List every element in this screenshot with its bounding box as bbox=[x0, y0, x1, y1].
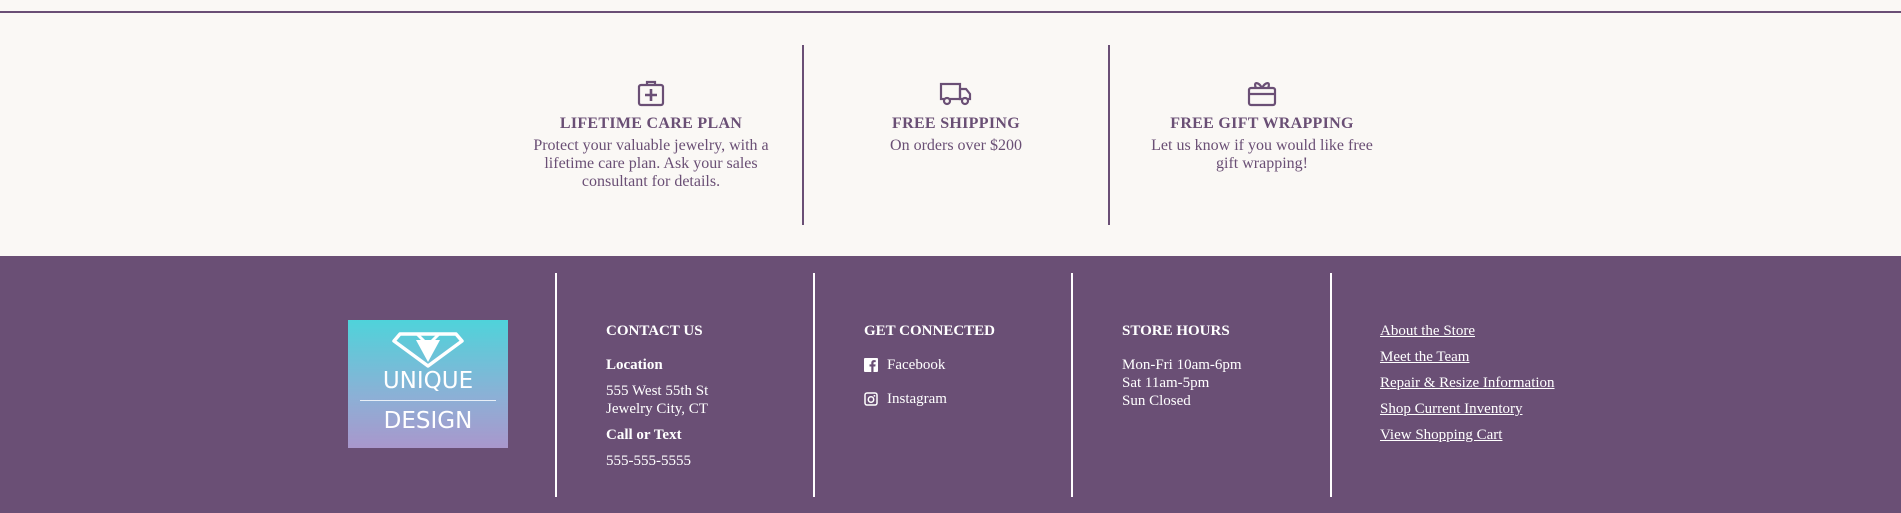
address-line1: 555 West 55th St bbox=[606, 383, 709, 399]
gift-icon bbox=[1110, 78, 1414, 112]
connected-heading: GET CONNECTED bbox=[864, 323, 996, 339]
instagram-link[interactable]: Instagram bbox=[864, 390, 995, 408]
phone-number[interactable]: 555-555-5555 bbox=[606, 452, 708, 470]
truck-icon bbox=[804, 78, 1108, 112]
facebook-label: Facebook bbox=[887, 357, 946, 373]
diamond-icon bbox=[392, 332, 464, 368]
link-repair-resize[interactable]: Repair & Resize Information bbox=[1380, 374, 1555, 392]
address-line2: Jewelry City, CT bbox=[606, 401, 708, 417]
feature-title: LIFETIME CARE PLAN bbox=[559, 115, 743, 132]
link-meet-team[interactable]: Meet the Team bbox=[1380, 348, 1555, 366]
feature-divider bbox=[802, 45, 804, 225]
site-footer: UNIQUE DESIGN CONTACT US Location 555 We… bbox=[0, 256, 1901, 513]
link-shop-inventory[interactable]: Shop Current Inventory bbox=[1380, 400, 1555, 418]
care-kit-icon bbox=[499, 78, 803, 112]
hours-column: STORE HOURS Mon-Fri 10am-6pm Sat 11am-5p… bbox=[1122, 322, 1242, 410]
feature-divider bbox=[1108, 45, 1110, 225]
hours-line: Sun Closed bbox=[1122, 393, 1191, 409]
footer-divider bbox=[813, 273, 815, 497]
feature-description: On orders over $200 bbox=[890, 137, 1022, 154]
footer-links: About the Store Meet the Team Repair & R… bbox=[1380, 322, 1555, 452]
instagram-label: Instagram bbox=[887, 391, 947, 407]
hours-line: Mon-Fri 10am-6pm bbox=[1122, 357, 1242, 373]
instagram-icon bbox=[864, 392, 878, 406]
logo-text-design: DESIGN bbox=[383, 408, 473, 434]
facebook-icon bbox=[864, 358, 878, 372]
feature-description: Let us know if you would like free gift … bbox=[1151, 137, 1373, 172]
link-shopping-cart[interactable]: View Shopping Cart bbox=[1380, 426, 1555, 444]
facebook-link[interactable]: Facebook bbox=[864, 356, 995, 374]
footer-divider bbox=[1071, 273, 1073, 497]
feature-title: FREE GIFT WRAPPING bbox=[1170, 115, 1354, 132]
location-label: Location bbox=[606, 357, 663, 373]
footer-divider bbox=[1330, 273, 1332, 497]
call-label: Call or Text bbox=[606, 427, 682, 443]
logo-separator bbox=[360, 400, 496, 401]
connected-column: GET CONNECTED Facebook Instagram bbox=[864, 322, 995, 424]
contact-heading: CONTACT US bbox=[606, 323, 703, 339]
hours-heading: STORE HOURS bbox=[1122, 323, 1230, 339]
link-about-store[interactable]: About the Store bbox=[1380, 322, 1555, 340]
store-logo[interactable]: UNIQUE DESIGN bbox=[348, 320, 508, 448]
feature-description: Protect your valuable jewelry, with a li… bbox=[533, 137, 769, 190]
hours-line: Sat 11am-5pm bbox=[1122, 375, 1210, 391]
feature-title: FREE SHIPPING bbox=[892, 115, 1020, 132]
footer-divider bbox=[555, 273, 557, 497]
features-section: LIFETIME CARE PLAN Protect your valuable… bbox=[0, 13, 1901, 256]
contact-column: CONTACT US Location 555 West 55th St Jew… bbox=[606, 322, 708, 470]
logo-text-unique: UNIQUE bbox=[382, 368, 474, 394]
